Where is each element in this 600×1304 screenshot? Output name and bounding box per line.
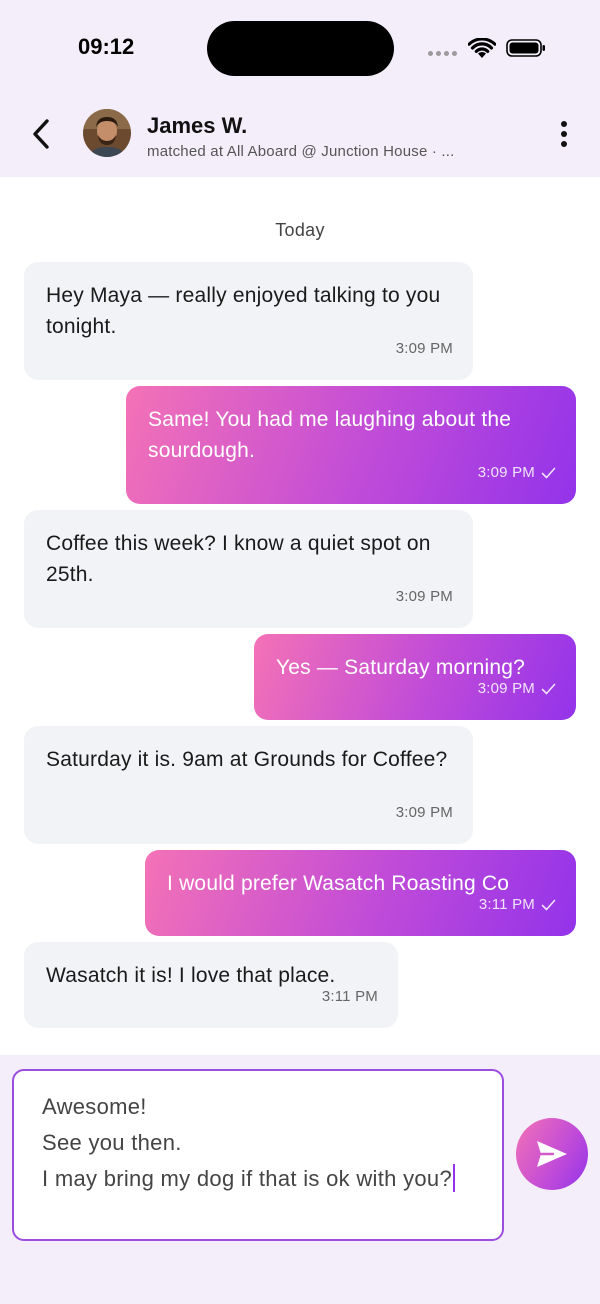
composer: Awesome! See you then. I may bring my do… (0, 1055, 600, 1304)
dynamic-island (207, 21, 394, 76)
message-outgoing[interactable]: Yes — Saturday morning? 3:09 PM (254, 634, 576, 720)
chevron-left-icon[interactable] (28, 117, 54, 151)
read-check-icon (541, 899, 556, 910)
message-input-text: Awesome! See you then. I may bring my do… (42, 1094, 452, 1191)
message-meta: 3:11 PM (322, 981, 378, 1012)
message-meta: 3:11 PM (479, 889, 556, 920)
message-text: Hey Maya — really enjoyed talking to you… (46, 284, 441, 338)
message-text: Coffee this week? I know a quiet spot on… (46, 532, 431, 586)
read-check-icon (541, 683, 556, 694)
message-time: 3:09 PM (395, 588, 453, 605)
message-meta: 3:09 PM (396, 581, 453, 612)
date-divider: Today (275, 220, 325, 240)
vertical-ellipsis-icon[interactable] (556, 119, 572, 149)
message-meta: 3:09 PM (478, 673, 556, 704)
cellular-dots-icon (428, 51, 460, 57)
message-time: 3:09 PM (395, 340, 453, 357)
message-time: 3:09 PM (477, 680, 535, 697)
message-incoming[interactable]: Saturday it is. 9am at Grounds for Coffe… (24, 726, 473, 844)
message-time: 3:11 PM (478, 896, 535, 913)
chat-header: James W. matched at All Aboard @ Junctio… (0, 95, 600, 177)
message-time: 3:09 PM (477, 464, 535, 481)
message-text: Saturday it is. 9am at Grounds for Coffe… (46, 748, 448, 771)
match-location-subtitle: matched at All Aboard @ Junction House ·… (147, 143, 455, 160)
message-incoming[interactable]: Hey Maya — really enjoyed talking to you… (24, 262, 473, 380)
wifi-icon (468, 38, 496, 58)
message-list[interactable]: Today Hey Maya — really enjoyed talking … (0, 177, 600, 1055)
message-time: 3:09 PM (395, 804, 453, 821)
send-button[interactable] (516, 1118, 588, 1190)
message-meta: 3:09 PM (396, 797, 453, 828)
message-meta: 3:09 PM (478, 457, 556, 488)
send-paper-plane-icon (537, 1141, 567, 1167)
message-meta: 3:09 PM (396, 333, 453, 364)
message-input[interactable]: Awesome! See you then. I may bring my do… (12, 1069, 504, 1241)
message-incoming[interactable]: Wasatch it is! I love that place. 3:11 P… (24, 942, 398, 1028)
battery-icon (506, 39, 545, 57)
status-time: 09:12 (78, 34, 135, 59)
status-bar: 09:12 (0, 0, 600, 95)
message-time: 3:11 PM (321, 988, 378, 1005)
read-check-icon (541, 467, 556, 478)
contact-name[interactable]: James W. (147, 113, 247, 139)
message-outgoing[interactable]: I would prefer Wasatch Roasting Co 3:11 … (145, 850, 576, 936)
message-incoming[interactable]: Coffee this week? I know a quiet spot on… (24, 510, 473, 628)
message-outgoing[interactable]: Same! You had me laughing about the sour… (126, 386, 576, 504)
avatar[interactable] (83, 109, 131, 157)
text-cursor (453, 1164, 455, 1192)
